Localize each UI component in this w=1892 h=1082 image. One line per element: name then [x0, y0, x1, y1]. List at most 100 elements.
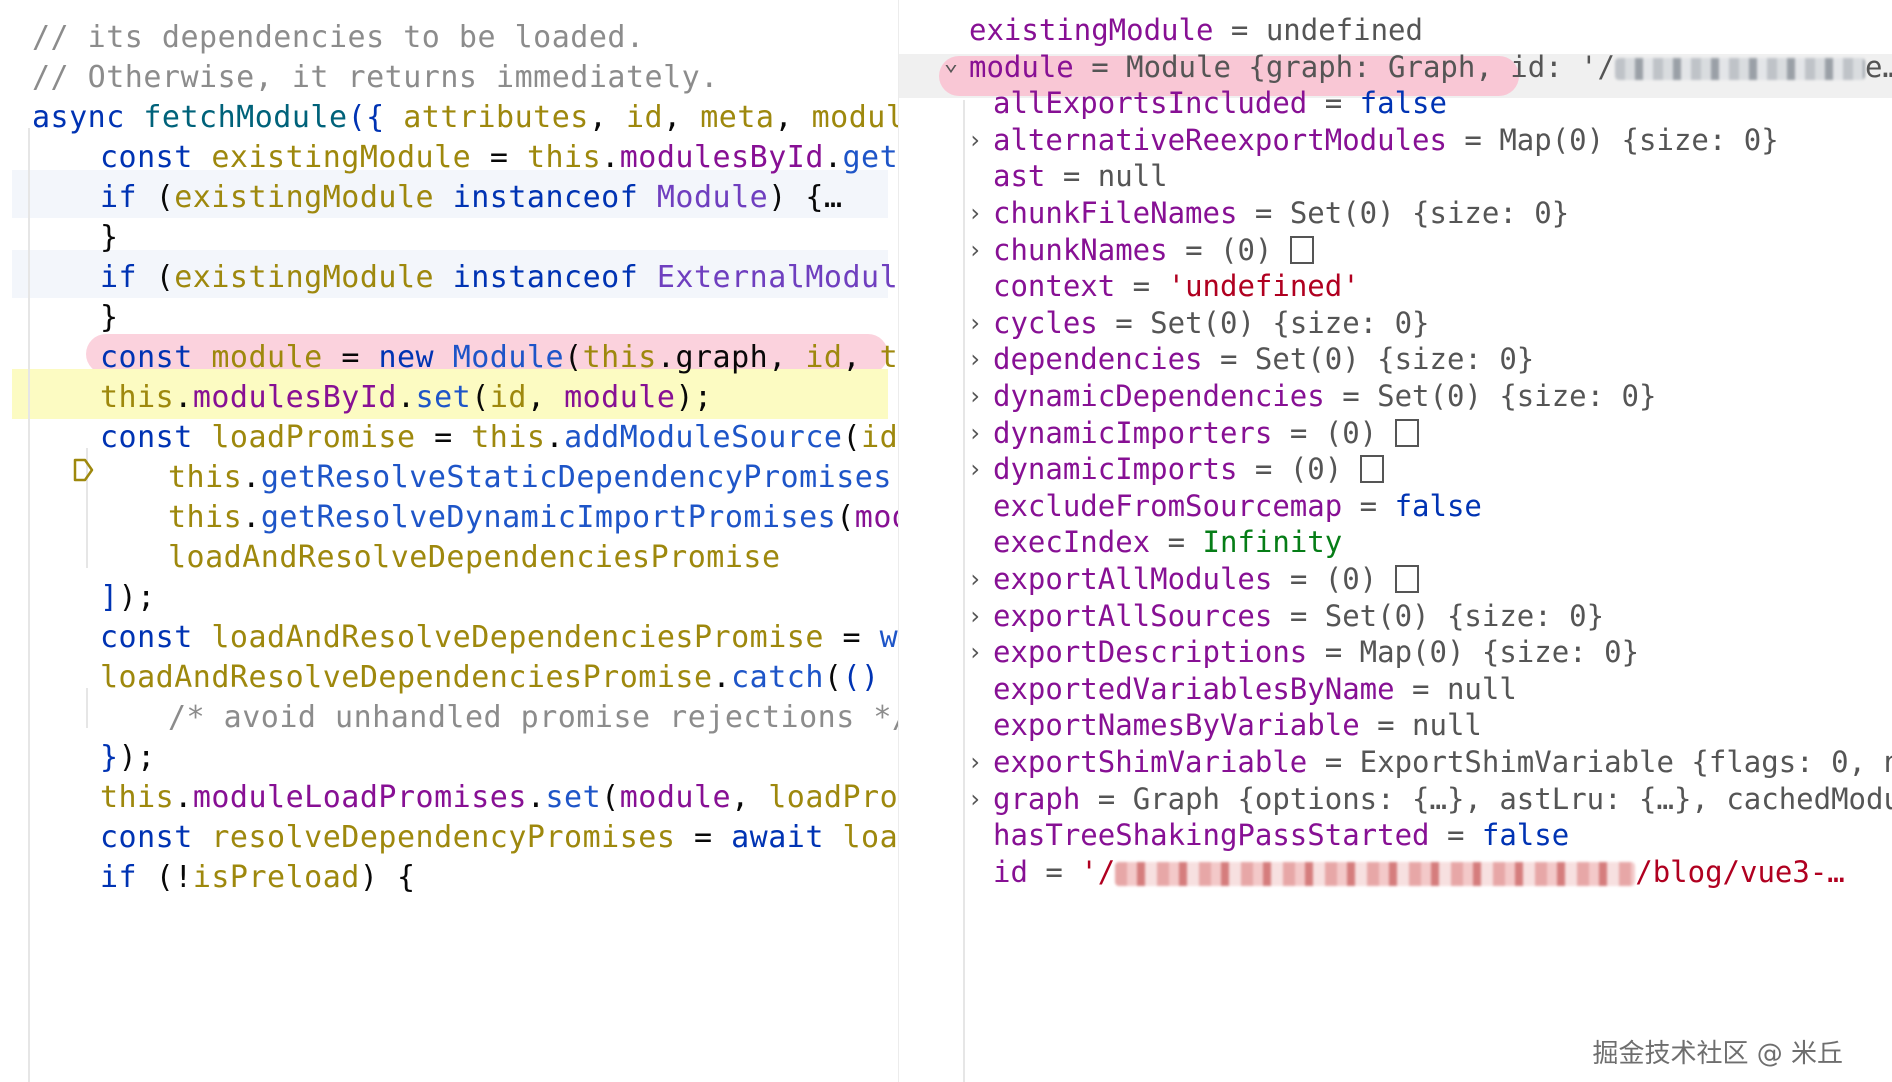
code-token: if — [100, 860, 156, 895]
code-token: id — [805, 340, 843, 375]
variable-name: existingModule — [969, 13, 1214, 47]
variable-name: exportAllModules — [993, 562, 1273, 596]
code-token: ( — [836, 500, 855, 535]
variable-name: dependencies — [993, 342, 1203, 377]
variable-row-id[interactable]: id = '/ /blog/vue3-… — [899, 850, 1892, 894]
code-token: /* avoid unhandled promise rejections */ — [168, 700, 898, 735]
code-token: const — [100, 420, 212, 455]
variable-value: false — [1359, 86, 1447, 121]
code-token: module — [564, 380, 676, 415]
equals-sign: = — [1272, 598, 1325, 633]
code-token: waitF — [879, 620, 898, 655]
code-token: ( — [842, 420, 862, 455]
code-token: getResolveStaticDependencyPromises — [260, 460, 892, 495]
code-token: this — [526, 140, 602, 175]
code-token: loadPro — [842, 820, 898, 855]
code-token: const — [100, 340, 212, 375]
code-token: = — [842, 620, 880, 655]
code-token: ( — [155, 180, 175, 215]
chevron-down-icon[interactable]: ⌄ — [939, 45, 963, 79]
variable-name: hasTreeShakingPassStarted — [993, 818, 1430, 853]
code-token: catch — [731, 660, 824, 695]
code-token: id — [489, 380, 527, 415]
equals-sign: = — [1307, 86, 1360, 121]
code-token: , — [842, 340, 880, 375]
code-token: this — [471, 420, 546, 455]
variable-name: exportDescriptions — [993, 635, 1308, 670]
code-token: if — [100, 180, 156, 215]
variable-value: (0) — [1324, 562, 1395, 596]
code-token: ) — [768, 180, 806, 215]
debugger-variables-panel[interactable]: existingModule = undefined ⌄ module = Modu… — [898, 0, 1892, 1082]
indent-guide — [86, 688, 88, 728]
equals-sign: = — [1429, 818, 1482, 853]
code-token: ); — [675, 380, 713, 415]
variable-value: (0) — [1324, 415, 1395, 450]
variable-name: id — [993, 854, 1028, 889]
code-token: moduleSid — [811, 100, 898, 135]
code-token: { — [805, 180, 824, 215]
code-line: loadAndResolveDependenciesPromise — [168, 534, 781, 582]
code-line: if (existingModule instanceof Module) {… — [100, 174, 843, 222]
variable-name: cycles — [993, 305, 1098, 340]
variable-name: excludeFromSourcemap — [993, 488, 1343, 523]
code-editor[interactable]: // its dependencies to be loaded. // Othe… — [0, 0, 898, 1082]
variable-value: (0) — [1220, 232, 1290, 267]
variable-value: 'undefined' — [1167, 269, 1360, 304]
equals-sign: = — [1307, 745, 1360, 779]
variable-value: ExportShimVariable {flags: 0, name… — [1359, 745, 1892, 779]
code-token: . — [397, 380, 416, 415]
variable-value: Set(0) {size: 0} — [1254, 342, 1535, 377]
equals-sign: = — [1167, 232, 1220, 267]
variable-value: Set(0) {size: 0} — [1150, 305, 1430, 340]
code-token: async — [32, 100, 144, 135]
variable-name: execIndex — [993, 525, 1151, 560]
equals-sign: = — [1150, 525, 1203, 560]
variable-name: chunkFileNames — [993, 196, 1238, 230]
equals-sign: = — [1307, 635, 1360, 670]
code-token: modulesById — [192, 380, 397, 415]
variable-name: graph — [993, 781, 1081, 816]
code-token: . — [174, 780, 193, 815]
variable-value: Set(0) {size: 0} — [1377, 379, 1657, 413]
code-token: = — [693, 820, 732, 855]
code-token: . — [526, 780, 546, 815]
code-token: , — [774, 100, 812, 135]
equals-sign: = — [1097, 305, 1151, 340]
code-token: this — [879, 340, 898, 375]
code-token: this — [168, 460, 243, 495]
code-token: this — [100, 780, 175, 815]
variable-name: module — [969, 49, 1074, 84]
equals-sign: = — [1272, 415, 1325, 450]
variable-value: Graph {options: {…}, astLru: {…}, cached… — [1132, 781, 1892, 816]
code-token: modulesById — [619, 140, 824, 175]
equals-sign: = — [1202, 342, 1255, 377]
code-token: . — [242, 500, 261, 535]
code-token: resolveDependencyPromises — [211, 820, 694, 855]
code-token: get — [842, 140, 898, 175]
code-token: Module — [452, 340, 565, 375]
variable-name: alternativeReexportModules — [993, 122, 1447, 157]
code-token: graph — [675, 340, 769, 375]
execution-pointer-icon[interactable] — [72, 458, 94, 482]
array-icon — [1289, 235, 1314, 264]
variable-name: chunkNames — [993, 232, 1168, 267]
variable-name: exportedVariablesByName — [993, 671, 1395, 706]
equals-sign: = — [1027, 854, 1081, 889]
code-token: = — [434, 420, 472, 455]
code-token: loadPromise — [768, 780, 898, 815]
code-token: existingModule — [211, 140, 490, 175]
variable-value: Set(0) {size: 0} — [1289, 196, 1570, 230]
code-token: module — [211, 340, 342, 375]
indent-guide — [28, 128, 30, 1082]
variable-name: exportAllSources — [993, 598, 1273, 633]
code-token: loadPromise — [211, 420, 435, 455]
code-token: } — [100, 300, 119, 335]
variable-value: Map(0) {size: 0} — [1359, 635, 1640, 670]
equals-sign: = — [1342, 488, 1395, 523]
code-line: if (existingModule instanceof ExternalMo… — [100, 254, 898, 302]
code-token: attributes — [403, 100, 589, 135]
variable-name: dynamicImports — [993, 452, 1238, 487]
code-token: = — [341, 340, 379, 375]
code-token: ) { — [359, 860, 416, 895]
